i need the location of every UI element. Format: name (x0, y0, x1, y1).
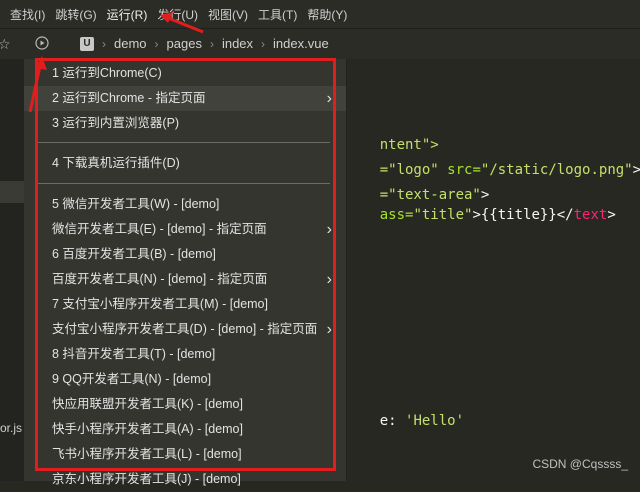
star-icon[interactable]: ☆ (0, 36, 11, 53)
menu-view[interactable]: 视图(V) (198, 6, 248, 23)
menu-item-douyin-devtools[interactable]: 8 抖音开发者工具(T) - [demo] (24, 342, 346, 367)
menu-run[interactable]: 运行(R) (97, 6, 148, 23)
menu-item-run-chrome[interactable]: 1 运行到Chrome(C) (24, 61, 346, 86)
breadcrumb-item[interactable]: index (222, 36, 253, 51)
chevron-right-icon: › (326, 90, 332, 107)
sidebar-selected-row[interactable] (0, 181, 24, 203)
menu-item-wechat-devtools[interactable]: 5 微信开发者工具(W) - [demo] (24, 192, 346, 217)
breadcrumb-item[interactable]: index.vue (273, 36, 329, 51)
breadcrumb: U › demo › pages › index › index.vue (80, 36, 329, 51)
run-icon[interactable] (35, 36, 49, 53)
menu-goto[interactable]: 跳转(G) (45, 6, 96, 23)
menu-tools[interactable]: 工具(T) (248, 6, 297, 23)
menu-divider (38, 142, 330, 143)
breadcrumb-item[interactable]: demo (114, 36, 147, 51)
menu-item-baidu-devtools-page[interactable]: 百度开发者工具(N) - [demo] - 指定页面 › (24, 267, 346, 292)
menu-help[interactable]: 帮助(Y) (297, 6, 347, 23)
menu-item-run-chrome-page[interactable]: 2 运行到Chrome - 指定页面 › (24, 86, 346, 111)
watermark: CSDN @Cqssss_ (532, 457, 628, 471)
chevron-right-icon: › (209, 36, 214, 51)
run-dropdown-menu: 1 运行到Chrome(C) 2 运行到Chrome - 指定页面 › 3 运行到… (24, 59, 347, 486)
menu-item-download-device-plugin[interactable]: 4 下载真机运行插件(D) (24, 151, 346, 176)
toolbar: ☆ U › demo › pages › index › index.vue (0, 28, 640, 60)
code-line: e: 'Hello' (379, 413, 465, 429)
chevron-right-icon: › (326, 271, 332, 288)
sidebar: or.js (0, 59, 24, 481)
menu-bar: 查找(I) 跳转(G) 运行(R) 发行(U) 视图(V) 工具(T) 帮助(Y… (0, 0, 640, 28)
menu-divider (38, 183, 330, 184)
menu-item-alipay-devtools-page[interactable]: 支付宝小程序开发者工具(D) - [demo] - 指定页面 › (24, 317, 346, 342)
menu-item-baidu-devtools[interactable]: 6 百度开发者工具(B) - [demo] (24, 242, 346, 267)
menu-item-feishu-devtools[interactable]: 飞书小程序开发者工具(L) - [demo] (24, 442, 346, 467)
chevron-right-icon: › (154, 36, 159, 51)
menu-item-kuaishou-devtools[interactable]: 快手小程序开发者工具(A) - [demo] (24, 417, 346, 442)
menu-find[interactable]: 查找(I) (0, 6, 45, 23)
chevron-right-icon: › (261, 36, 266, 51)
chevron-right-icon: › (326, 321, 332, 338)
menu-item-qq-devtools[interactable]: 9 QQ开发者工具(N) - [demo] (24, 367, 346, 392)
breadcrumb-item[interactable]: pages (167, 36, 202, 51)
chevron-right-icon: › (102, 36, 106, 51)
menu-publish[interactable]: 发行(U) (147, 6, 198, 23)
uniapp-icon: U (80, 36, 94, 51)
code-line: ass="title">{{title}}</text> (379, 207, 616, 223)
code-editor[interactable]: ntent"> ="logo" src="/static/logo.png"><… (346, 59, 640, 481)
chevron-right-icon: › (326, 221, 332, 238)
menu-item-alipay-devtools[interactable]: 7 支付宝小程序开发者工具(M) - [demo] (24, 292, 346, 317)
menu-item-wechat-devtools-page[interactable]: 微信开发者工具(E) - [demo] - 指定页面 › (24, 217, 346, 242)
sidebar-file-label[interactable]: or.js (0, 421, 22, 435)
menu-item-jd-devtools[interactable]: 京东小程序开发者工具(J) - [demo] (24, 467, 346, 492)
menu-item-run-builtin-browser[interactable]: 3 运行到内置浏览器(P) (24, 111, 346, 136)
menu-item-quickapp-devtools[interactable]: 快应用联盟开发者工具(K) - [demo] (24, 392, 346, 417)
